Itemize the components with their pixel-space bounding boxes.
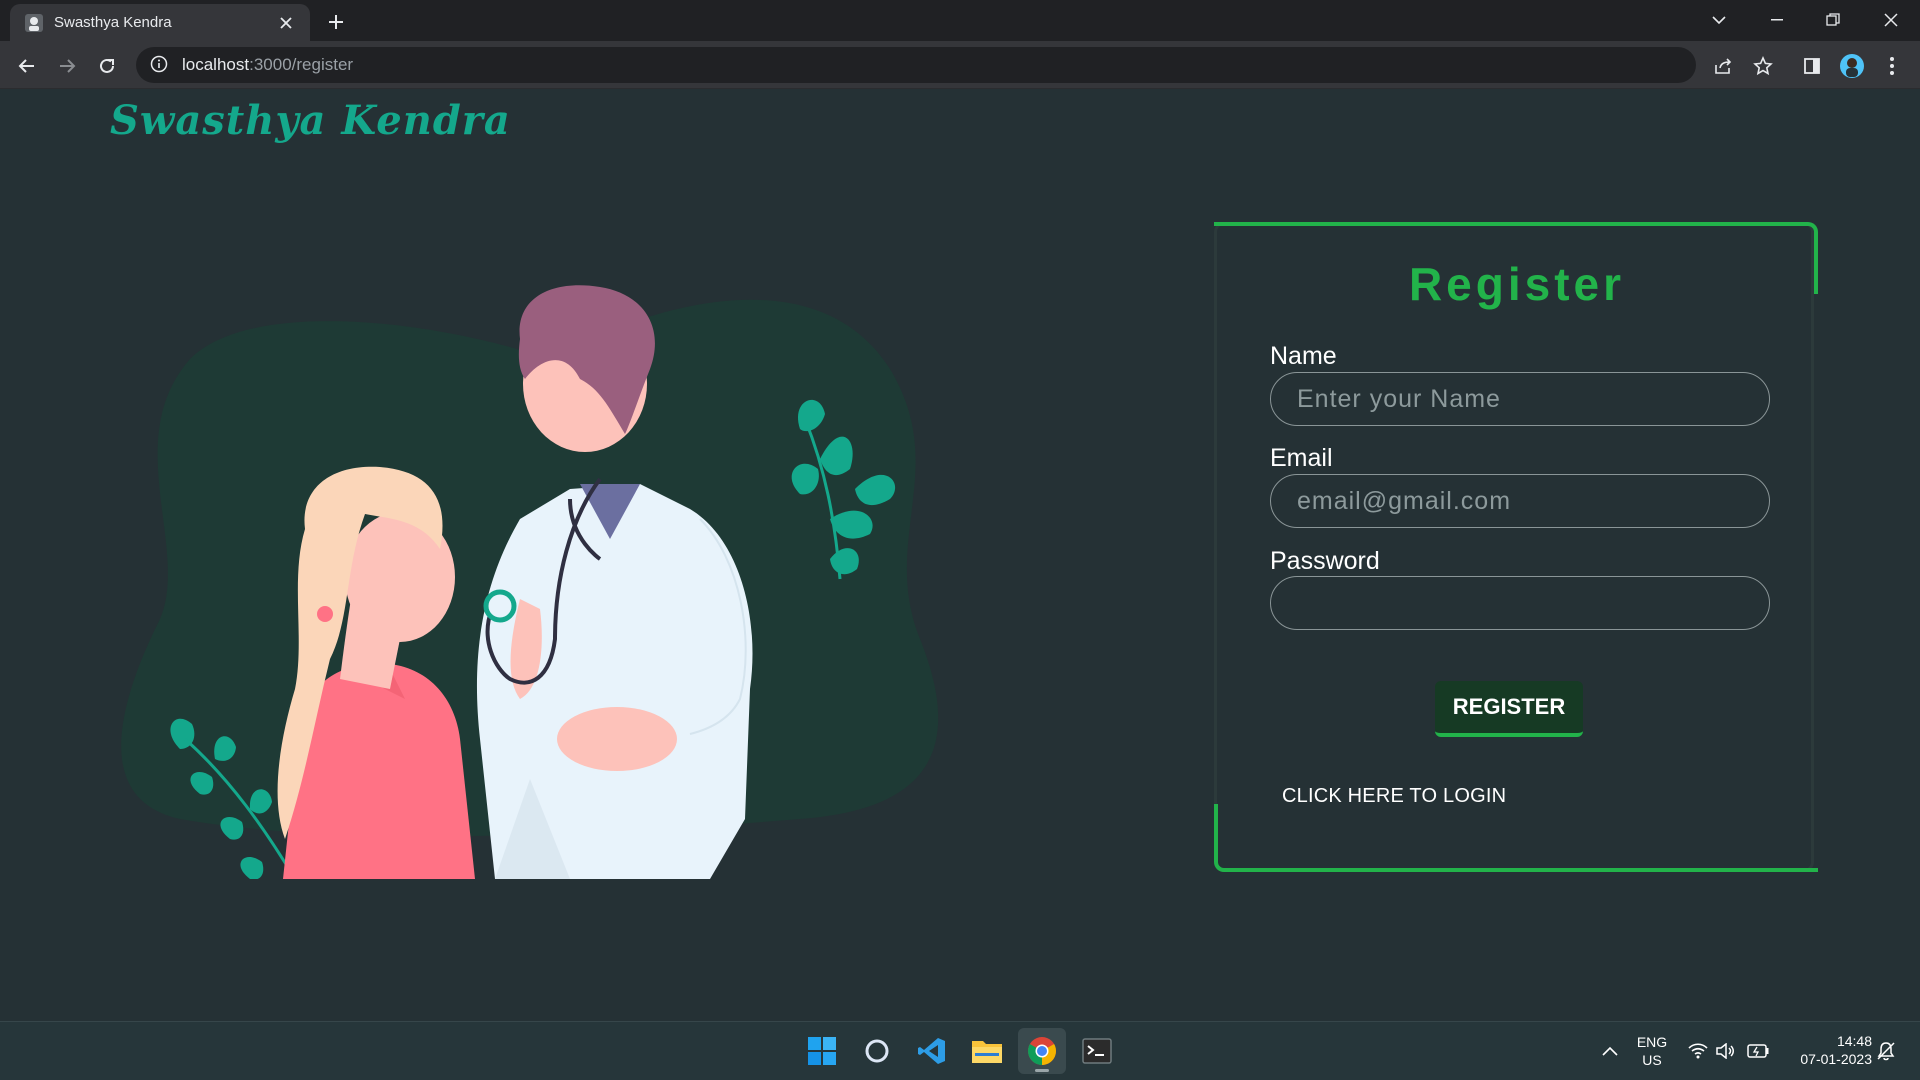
brand-logo[interactable]: Swasthya Kendra xyxy=(110,97,511,144)
vscode-icon[interactable] xyxy=(908,1028,956,1074)
clock-date: 07-01-2023 xyxy=(1800,1051,1872,1067)
form-title: Register xyxy=(1408,258,1626,310)
password-input[interactable] xyxy=(1270,576,1770,630)
close-window-icon[interactable] xyxy=(1868,0,1914,40)
name-label: Name xyxy=(1270,342,1337,370)
share-icon[interactable] xyxy=(1707,50,1739,82)
language-indicator[interactable]: ENG US xyxy=(1630,1033,1674,1069)
name-input[interactable] xyxy=(1270,372,1770,426)
volume-icon[interactable] xyxy=(1714,1039,1738,1063)
email-label: Email xyxy=(1270,444,1333,472)
password-label: Password xyxy=(1270,547,1380,575)
wifi-icon[interactable] xyxy=(1686,1039,1710,1063)
site-info-icon[interactable] xyxy=(150,55,170,75)
browser-menu-icon[interactable] xyxy=(1876,50,1908,82)
active-app-indicator xyxy=(1035,1069,1049,1072)
page-viewport: Swasthya Kendra Register Name Enter your… xyxy=(0,89,1920,1021)
browser-tab[interactable]: Swasthya Kendra xyxy=(10,4,310,41)
show-hidden-icons-chevron-icon[interactable] xyxy=(1598,1039,1622,1063)
back-icon[interactable] xyxy=(11,50,43,82)
file-explorer-icon[interactable] xyxy=(963,1028,1011,1074)
url-path: :3000/register xyxy=(249,55,354,74)
terminal-icon[interactable] xyxy=(1073,1028,1121,1074)
register-form: Register Name Email Password REGISTER CL… xyxy=(1214,222,1818,872)
tab-title: Swasthya Kendra xyxy=(54,14,172,31)
clock[interactable]: 14:48 07-01-2023 xyxy=(1782,1032,1872,1068)
keyboard-layout: US xyxy=(1642,1052,1662,1068)
side-panel-icon[interactable] xyxy=(1796,50,1828,82)
close-tab-icon[interactable] xyxy=(276,13,296,33)
new-tab-button[interactable] xyxy=(322,8,350,36)
forward-icon[interactable] xyxy=(51,50,83,82)
windows-start-icon[interactable] xyxy=(798,1028,846,1074)
browser-toolbar: localhost:3000/register xyxy=(0,41,1920,89)
notification-bell-icon[interactable] xyxy=(1874,1039,1898,1063)
search-icon[interactable] xyxy=(853,1028,901,1074)
address-bar[interactable]: localhost:3000/register xyxy=(136,47,1696,83)
battery-icon[interactable] xyxy=(1746,1039,1770,1063)
browser-tabstrip: Swasthya Kendra xyxy=(0,0,1920,41)
minimize-icon[interactable] xyxy=(1754,0,1800,40)
reload-icon[interactable] xyxy=(91,50,123,82)
chrome-icon[interactable] xyxy=(1018,1028,1066,1074)
language-code: ENG xyxy=(1636,1034,1668,1050)
email-input[interactable] xyxy=(1270,474,1770,528)
url-host: localhost xyxy=(182,55,250,74)
register-button[interactable]: REGISTER xyxy=(1435,681,1583,737)
profile-avatar-icon[interactable] xyxy=(1836,50,1868,82)
login-link[interactable]: CLICK HERE TO LOGIN xyxy=(1282,785,1506,808)
site-favicon-icon xyxy=(24,13,44,33)
clock-time: 14:48 xyxy=(1836,1033,1872,1049)
bookmark-star-icon[interactable] xyxy=(1747,50,1779,82)
restore-icon[interactable] xyxy=(1810,0,1856,40)
os-taskbar: ENG US 14:48 07-01-2023 xyxy=(0,1021,1920,1080)
tab-search-icon[interactable] xyxy=(1696,0,1742,40)
doctor-patient-illustration xyxy=(121,285,939,879)
